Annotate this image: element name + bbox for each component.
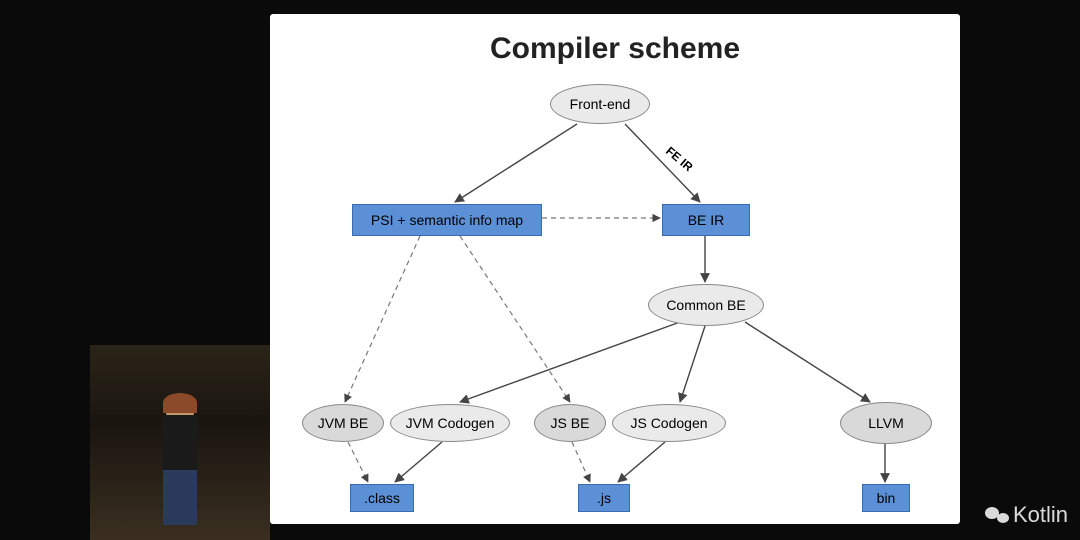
wechat-icon [985,505,1009,525]
node-jvmcodogen: JVM Codogen [390,404,510,442]
node-js: .js [578,484,630,512]
node-frontend: Front-end [550,84,650,124]
watermark-label: Kotlin [1013,502,1068,528]
edge-label-fe-ir: FE IR [663,144,695,174]
node-bin: bin [862,484,910,512]
node-jsbe: JS BE [534,404,606,442]
presentation-slide: Compiler scheme [270,14,960,524]
node-commonbe: Common BE [648,284,764,326]
node-jscodogen: JS Codogen [612,404,726,442]
watermark: Kotlin [985,502,1068,528]
node-beir: BE IR [662,204,750,236]
speaker-figure [155,395,205,535]
node-psi: PSI + semantic info map [352,204,542,236]
node-llvm: LLVM [840,402,932,444]
slide-title: Compiler scheme [270,32,960,66]
node-jvmbe: JVM BE [302,404,384,442]
speaker-thumbnail [90,345,270,540]
node-class: .class [350,484,414,512]
video-frame: Compiler scheme [0,0,1080,540]
